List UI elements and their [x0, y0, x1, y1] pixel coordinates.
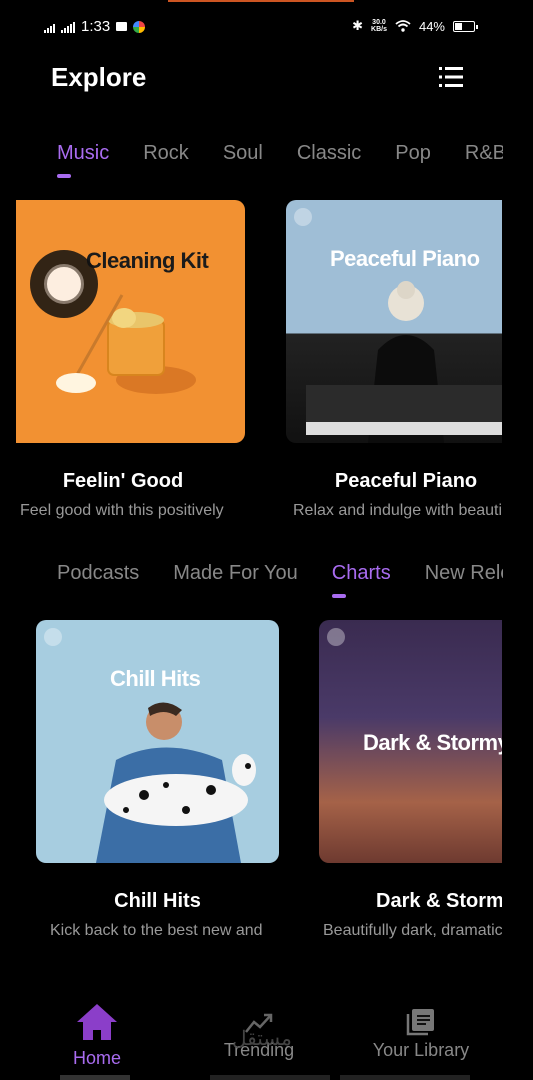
status-line [168, 0, 354, 2]
watermark-text: مستقل [232, 1028, 292, 1050]
card-title: Dark & Stormy [376, 890, 502, 912]
signal-icon [44, 21, 55, 33]
nav-home-label: Home [72, 1048, 121, 1068]
page-title: Explore [51, 62, 147, 92]
status-left: 1:33 [44, 18, 146, 35]
nav-library-label: Your Library [372, 1040, 470, 1060]
bucket-mop-illustration [56, 294, 196, 394]
playlist-card-chill-hits[interactable]: Chill Hits [36, 620, 279, 863]
status-right: ✱ 30.0 KB/s 44% [352, 18, 478, 34]
bluetooth-icon: ✱ [352, 18, 364, 33]
card-description: Beautifully dark, dramatic tracks [323, 922, 502, 939]
nav-library[interactable]: Your Library [366, 1008, 476, 1061]
battery-percent: 44% [418, 18, 445, 34]
nav-home[interactable]: Home [62, 1002, 132, 1069]
tab-rock[interactable]: Rock [143, 142, 189, 165]
net-speed-unit: KB/s [371, 26, 387, 33]
genre-tabs: Music Rock Soul Classic Pop R&B [57, 142, 503, 178]
card-title: Feelin' Good [62, 470, 184, 492]
battery-fill [455, 22, 463, 30]
tab-classic[interactable]: Classic [297, 142, 361, 165]
bottom-navigation: Home مستقل Trending Your Library [0, 990, 533, 1080]
nav-trending[interactable]: مستقل Trending [214, 1012, 304, 1061]
card-description: Relax and indulge with beautiful piano p… [293, 502, 502, 519]
net-speed-value: 30.0 [372, 19, 386, 26]
tab-new-releases[interactable]: New Releases [425, 562, 503, 585]
card-title: Peaceful Piano [334, 470, 478, 492]
net-speed: 30.0 KB/s [371, 19, 387, 33]
nav-indicator [60, 1075, 130, 1080]
touch-indicator [30, 250, 98, 318]
signal-icon-2 [61, 21, 75, 33]
card-title: Chill Hits [114, 890, 201, 912]
category-tabs-clip: Podcasts Made For You Charts New Release… [0, 560, 503, 604]
playlist-card-feelin-good[interactable]: Cleaning Kit [16, 200, 245, 443]
spotify-icon [327, 628, 345, 646]
card-description: Kick back to the best new and [50, 922, 263, 939]
genre-tabs-clip: Music Rock Soul Classic Pop R&B [0, 140, 503, 184]
tab-pop[interactable]: Pop [395, 142, 431, 165]
wifi-icon [395, 20, 411, 32]
video-icon [116, 22, 128, 31]
battery-icon [453, 20, 478, 32]
list-icon[interactable] [439, 66, 463, 88]
nav-indicator-3 [340, 1075, 470, 1080]
library-icon [406, 1009, 434, 1036]
tab-charts[interactable]: Charts [331, 562, 391, 598]
playlist-card-dark-stormy[interactable]: Dark & Stormy [319, 620, 502, 863]
playlist-card-peaceful-piano[interactable]: Peaceful Piano [286, 200, 502, 443]
playlist-row-bottom: Chill Hits Dark & Stormy Chill Hits Kick… [0, 620, 502, 950]
tab-rnb[interactable]: R&B [465, 142, 503, 165]
status-bar: 1:33 ✱ 30.0 KB/s 44% [0, 0, 533, 56]
tab-soul[interactable]: Soul [223, 142, 263, 165]
tab-podcasts[interactable]: Podcasts [57, 562, 139, 585]
home-icon [77, 1004, 117, 1040]
nav-indicator-2 [210, 1075, 330, 1080]
cover-text: Dark & Stormy [363, 730, 502, 755]
app-notification-icon [133, 20, 146, 33]
tab-made-for-you[interactable]: Made For You [173, 562, 298, 585]
card-description: Feel good with this positively [20, 502, 224, 519]
category-tabs: Podcasts Made For You Charts New Release… [57, 562, 503, 598]
playlist-row-top: Cleaning Kit Peaceful Piano Feelin' Good… [0, 200, 502, 530]
man-with-dog-illustration [96, 702, 256, 863]
tab-music[interactable]: Music [57, 142, 109, 178]
pianist-illustration [306, 281, 502, 443]
status-time: 1:33 [81, 18, 111, 35]
